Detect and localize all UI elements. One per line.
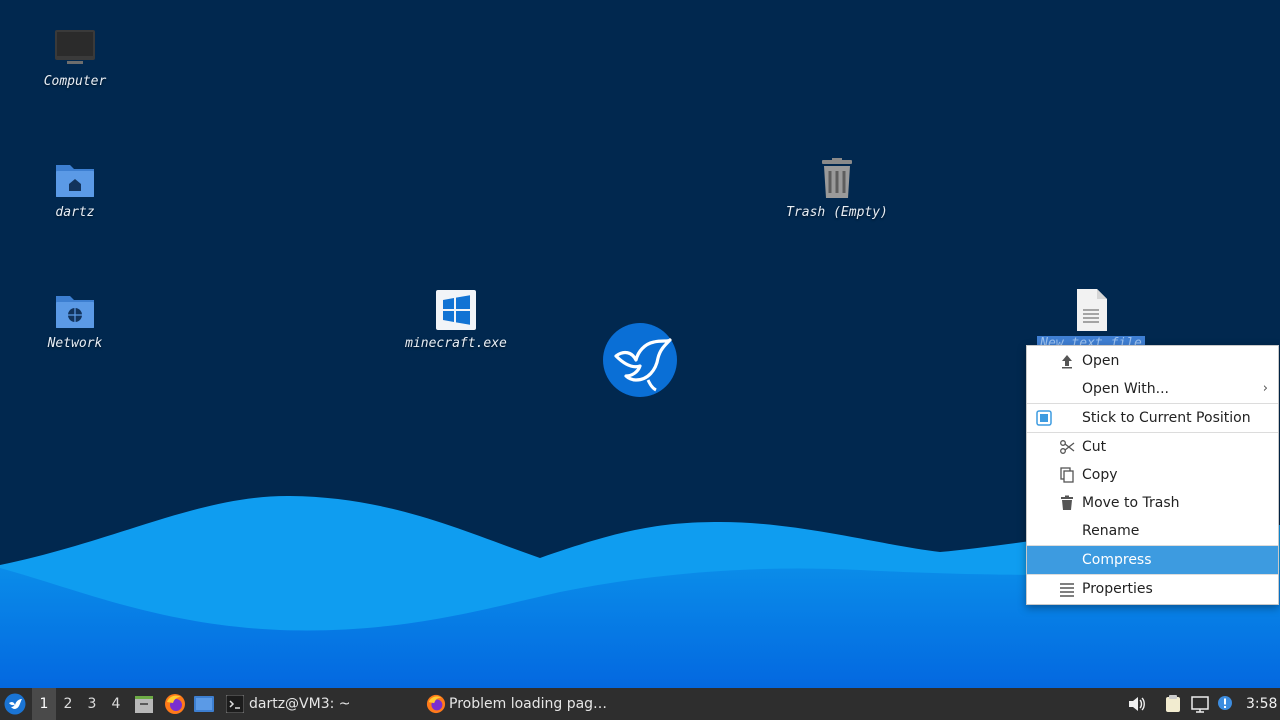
computer-icon — [55, 30, 95, 64]
menu-item-label: Move to Trash — [1082, 495, 1180, 511]
home-folder-icon — [56, 165, 94, 197]
desktop-icon-computer[interactable]: Computer — [0, 26, 150, 90]
menu-item-move-to-trash[interactable]: Move to Trash — [1027, 489, 1278, 517]
terminal-icon — [226, 695, 244, 713]
desktop-icon-new-text-file[interactable]: New text file — [1016, 288, 1166, 352]
text-file-icon — [1077, 289, 1107, 331]
workspace-4[interactable]: 4 — [104, 688, 128, 720]
task-terminal[interactable]: dartz@VM3: ~ — [249, 688, 351, 720]
open-arrow-icon — [1062, 355, 1072, 369]
menu-item-label: Copy — [1082, 467, 1118, 483]
network-folder-icon — [56, 296, 94, 328]
copy-icon — [1060, 467, 1074, 483]
menu-item-label: Compress — [1082, 552, 1152, 568]
firefox-icon — [426, 694, 446, 714]
menu-item-stick-to-position[interactable]: Stick to Current Position — [1027, 404, 1278, 432]
desktop-icon-label: Trash (Empty) — [786, 205, 888, 220]
menu-item-label: Stick to Current Position — [1082, 410, 1251, 426]
menu-item-properties[interactable]: Properties — [1027, 575, 1278, 603]
menu-item-label: Open With... — [1082, 381, 1169, 397]
volume-icon[interactable] — [1127, 695, 1145, 713]
menu-item-open-with[interactable]: Open With... › — [1027, 375, 1278, 403]
menu-item-label: Open — [1082, 353, 1120, 369]
desktop-icon-label: Computer — [43, 74, 107, 89]
menu-item-rename[interactable]: Rename — [1027, 517, 1278, 545]
desktop-icon-trash[interactable]: Trash (Empty) — [762, 157, 912, 221]
menu-item-label: Rename — [1082, 523, 1140, 539]
menu-item-cut[interactable]: Cut — [1027, 433, 1278, 461]
workspace-3[interactable]: 3 — [80, 688, 104, 720]
desktop-icon-network[interactable]: Network — [0, 288, 150, 352]
properties-lines-icon — [1060, 583, 1074, 597]
desktop-icon-minecraft-exe[interactable]: minecraft.exe — [381, 288, 531, 352]
taskbar: 1 2 3 4 dartz@VM3: ~ Problem loading pag… — [0, 688, 1280, 720]
firefox-launcher-icon[interactable] — [164, 693, 186, 715]
file-context-menu: Open Open With... › Stick to Current Pos… — [1026, 345, 1279, 605]
linux-lite-logo — [603, 323, 677, 397]
submenu-chevron-icon: › — [1262, 381, 1268, 396]
menu-item-open[interactable]: Open — [1027, 347, 1278, 375]
windows-executable-icon — [436, 290, 476, 330]
clipboard-icon[interactable] — [1164, 695, 1182, 713]
menu-item-copy[interactable]: Copy — [1027, 461, 1278, 489]
menu-item-label: Properties — [1082, 581, 1153, 597]
trash-icon — [822, 158, 852, 198]
network-status-icon[interactable] — [1191, 695, 1209, 713]
desktop-icon-label: dartz — [55, 205, 95, 220]
desktop-icon-label: minecraft.exe — [405, 336, 507, 351]
desktop-icon-label: Network — [47, 336, 103, 351]
workspace-2[interactable]: 2 — [56, 688, 80, 720]
desktop-icon-dartz[interactable]: dartz — [0, 157, 150, 221]
menu-item-compress[interactable]: Compress — [1027, 546, 1278, 574]
show-desktop-icon[interactable] — [193, 694, 215, 714]
file-manager-launcher-icon[interactable] — [134, 694, 154, 714]
checkbox-checked-icon — [1036, 410, 1052, 426]
menu-item-label: Cut — [1082, 439, 1107, 455]
trash-icon — [1061, 495, 1073, 510]
workspace-1[interactable]: 1 — [32, 688, 56, 720]
update-notifier-icon[interactable] — [1216, 695, 1234, 713]
clock[interactable]: 3:58 — [1246, 688, 1277, 720]
start-menu-icon[interactable] — [4, 693, 26, 715]
task-firefox[interactable]: Problem loading pag… — [449, 688, 607, 720]
scissors-icon — [1060, 440, 1075, 454]
